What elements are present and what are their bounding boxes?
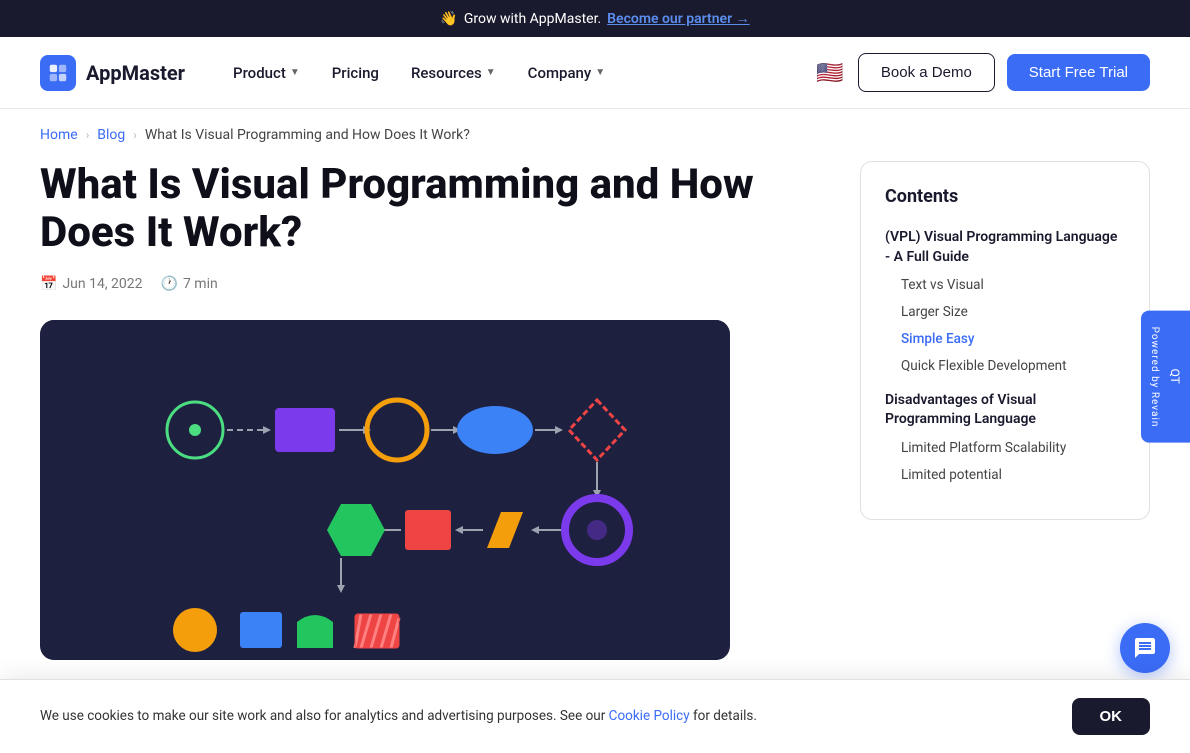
contents-section-2: Disadvantages of Visual Programming Lang… xyxy=(885,386,1125,489)
clock-icon: 🕐 xyxy=(161,276,178,292)
contents-section-1-link[interactable]: (VPL) Visual Programming Language - A Fu… xyxy=(885,223,1125,272)
logo-text: AppMaster xyxy=(86,61,185,85)
contents-sub-larger-size[interactable]: Larger Size xyxy=(885,299,1125,326)
contents-sub-text-vs-visual[interactable]: Text vs Visual xyxy=(885,272,1125,299)
breadcrumb-home[interactable]: Home xyxy=(40,127,78,143)
revain-label: Powered by Revain xyxy=(1149,326,1160,427)
breadcrumb-sep-2: › xyxy=(133,128,137,142)
start-trial-button[interactable]: Start Free Trial xyxy=(1007,54,1150,91)
contents-section-1: (VPL) Visual Programming Language - A Fu… xyxy=(885,223,1125,380)
article-date: 📅 Jun 14, 2022 xyxy=(40,276,143,292)
contents-section-2-link[interactable]: Disadvantages of Visual Programming Lang… xyxy=(885,386,1125,435)
header-left: AppMaster Product ▼ Pricing Resources ▼ … xyxy=(40,55,617,91)
product-chevron-icon: ▼ xyxy=(290,67,300,78)
article-read-time: 🕐 7 min xyxy=(161,276,218,292)
cookie-banner: We use cookies to make our site work and… xyxy=(0,679,1190,753)
banner-text: Grow with AppMaster. xyxy=(464,11,601,27)
article-meta: 📅 Jun 14, 2022 🕐 7 min xyxy=(40,276,820,292)
resources-chevron-icon: ▼ xyxy=(486,67,496,78)
shapes-diagram xyxy=(40,320,730,660)
nav-resources[interactable]: Resources ▼ xyxy=(399,56,508,90)
logo[interactable]: AppMaster xyxy=(40,55,185,91)
contents-box: Contents (VPL) Visual Programming Langua… xyxy=(860,161,1150,520)
revain-rating: QT xyxy=(1168,369,1182,384)
cookie-text: We use cookies to make our site work and… xyxy=(40,706,757,726)
contents-sub-quick-flexible[interactable]: Quick Flexible Development xyxy=(885,353,1125,380)
logo-icon xyxy=(40,55,76,91)
main-layout: What Is Visual Programming and How Does … xyxy=(0,161,1190,720)
breadcrumb-sep-1: › xyxy=(86,128,90,142)
article-content: What Is Visual Programming and How Does … xyxy=(40,161,820,660)
partner-link[interactable]: Become our partner → xyxy=(607,10,749,27)
chat-button[interactable] xyxy=(1120,623,1170,673)
header-right: 🇺🇸 Book a Demo Start Free Trial xyxy=(814,53,1150,92)
calendar-icon: 📅 xyxy=(40,276,57,292)
article-title: What Is Visual Programming and How Does … xyxy=(40,161,820,258)
company-chevron-icon: ▼ xyxy=(595,67,605,78)
book-demo-button[interactable]: Book a Demo xyxy=(858,53,995,92)
language-selector[interactable]: 🇺🇸 xyxy=(814,57,846,89)
breadcrumb: Home › Blog › What Is Visual Programming… xyxy=(0,109,1190,161)
nav-pricing[interactable]: Pricing xyxy=(320,56,391,90)
revain-widget[interactable]: QT Powered by Revain xyxy=(1141,310,1190,443)
main-nav: Product ▼ Pricing Resources ▼ Company ▼ xyxy=(221,56,617,90)
nav-product[interactable]: Product ▼ xyxy=(221,56,312,90)
contents-title: Contents xyxy=(885,186,1125,207)
header: AppMaster Product ▼ Pricing Resources ▼ … xyxy=(0,37,1190,109)
top-banner: 👋 Grow with AppMaster. Become our partne… xyxy=(0,0,1190,37)
cookie-ok-button[interactable]: OK xyxy=(1072,698,1151,735)
banner-emoji: 👋 xyxy=(440,11,457,27)
article-hero-image xyxy=(40,320,730,660)
sidebar: Contents (VPL) Visual Programming Langua… xyxy=(860,161,1150,520)
contents-sub-simple-easy[interactable]: Simple Easy xyxy=(885,326,1125,353)
cookie-policy-link[interactable]: Cookie Policy xyxy=(609,708,690,724)
contents-sub-limited-platform[interactable]: Limited Platform Scalability xyxy=(885,435,1125,462)
contents-sub-limited-potential[interactable]: Limited potential xyxy=(885,462,1125,489)
breadcrumb-current: What Is Visual Programming and How Does … xyxy=(145,127,470,143)
breadcrumb-blog[interactable]: Blog xyxy=(97,127,125,143)
nav-company[interactable]: Company ▼ xyxy=(516,56,618,90)
